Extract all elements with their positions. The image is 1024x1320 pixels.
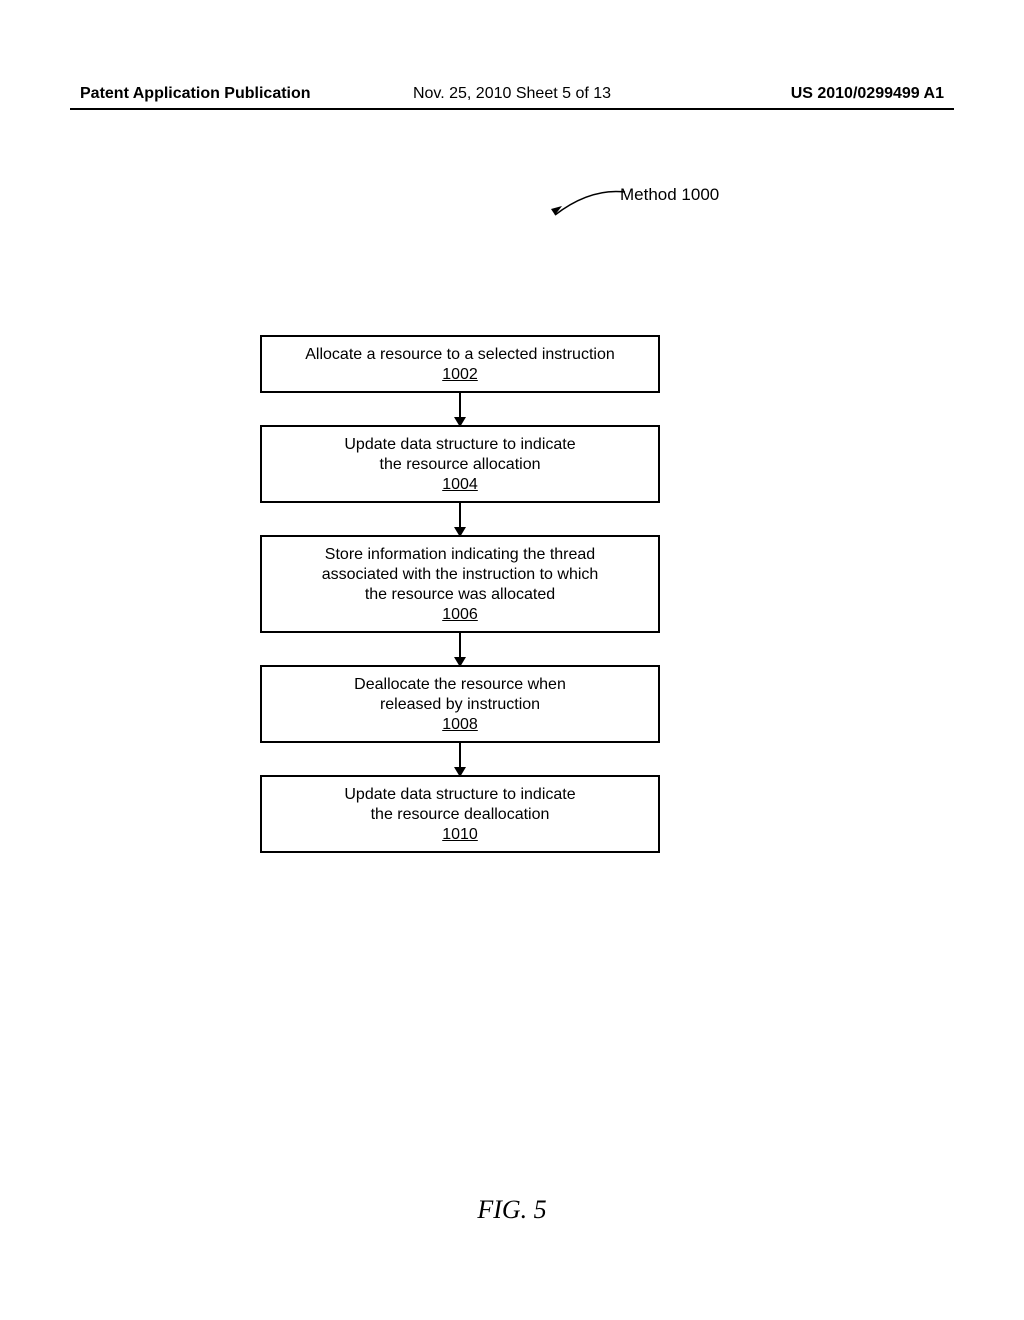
- arrow-icon: [456, 503, 464, 535]
- flow-box-1006: Store information indicating the threada…: [260, 535, 660, 633]
- flow-box-ref: 1006: [274, 605, 646, 625]
- flow-box-1004: Update data structure to indicatethe res…: [260, 425, 660, 503]
- header-right: US 2010/0299499 A1: [791, 85, 944, 103]
- flow-box-1010: Update data structure to indicatethe res…: [260, 775, 660, 853]
- flow-box-text: Deallocate the resource whenreleased by …: [354, 676, 566, 713]
- flowchart: Allocate a resource to a selected instru…: [260, 335, 660, 853]
- flow-box-ref: 1010: [274, 825, 646, 845]
- header-left: Patent Application Publication: [80, 85, 311, 102]
- flow-box-text: Allocate a resource to a selected instru…: [305, 346, 615, 363]
- method-label: Method 1000: [620, 185, 719, 205]
- flow-box-ref: 1002: [274, 365, 646, 385]
- arrow-icon: [456, 743, 464, 775]
- flow-box-1008: Deallocate the resource whenreleased by …: [260, 665, 660, 743]
- page-header: Patent Application Publication Nov. 25, …: [0, 85, 1024, 103]
- flow-box-text: Update data structure to indicatethe res…: [344, 786, 575, 823]
- header-center: Nov. 25, 2010 Sheet 5 of 13: [413, 85, 611, 103]
- flow-box-1002: Allocate a resource to a selected instru…: [260, 335, 660, 393]
- flow-box-text: Update data structure to indicatethe res…: [344, 436, 575, 473]
- figure-label: FIG. 5: [0, 1195, 1024, 1225]
- flow-box-text: Store information indicating the threada…: [322, 546, 599, 603]
- header-rule: [70, 108, 954, 110]
- arrow-icon: [456, 633, 464, 665]
- flow-box-ref: 1004: [274, 475, 646, 495]
- arrow-icon: [456, 393, 464, 425]
- method-pointer-curve: [540, 180, 630, 220]
- flow-box-ref: 1008: [274, 715, 646, 735]
